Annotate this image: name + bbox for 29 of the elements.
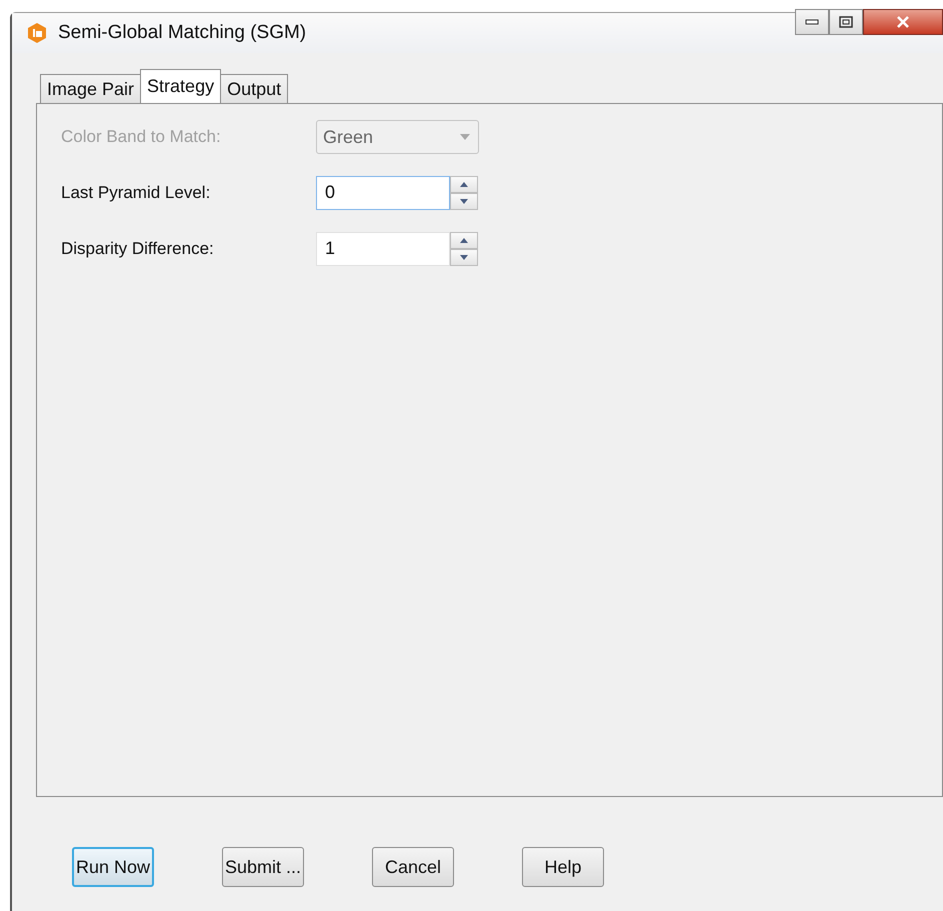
tab[interactable]: Image Pair [40,74,142,103]
field-label: Last Pyramid Level: [61,183,212,203]
field-label: Disparity Difference: [61,239,215,259]
number-field[interactable]: 0 [316,176,450,210]
app-logo-icon [26,22,48,44]
dialog-button[interactable]: Cancel [372,847,454,887]
spin-down-button[interactable] [450,193,478,210]
up-arrow-icon [460,182,468,187]
down-arrow-icon [460,255,468,260]
spin-down-button[interactable] [450,249,478,266]
close-button[interactable] [863,9,943,35]
window-title: Semi-Global Matching (SGM) [58,22,306,44]
dialog-button[interactable]: Submit ... [222,847,304,887]
minimize-button[interactable] [795,9,829,35]
dialog-button[interactable]: Help [522,847,604,887]
caret-icon [460,134,470,140]
dialog-button[interactable]: Run Now [72,847,154,887]
down-arrow-icon [460,199,468,204]
close-icon [896,16,910,28]
spin-up-button[interactable] [450,232,478,249]
maximize-button[interactable] [829,9,863,35]
tab[interactable]: Output [220,74,288,103]
field-label: Color Band to Match: [61,127,222,147]
tab[interactable]: Strategy [140,69,222,103]
spin-up-button[interactable] [450,176,478,193]
up-arrow-icon [460,238,468,243]
restore-icon [839,16,853,28]
number-field[interactable]: 1 [316,232,450,266]
minimize-icon [805,19,819,25]
